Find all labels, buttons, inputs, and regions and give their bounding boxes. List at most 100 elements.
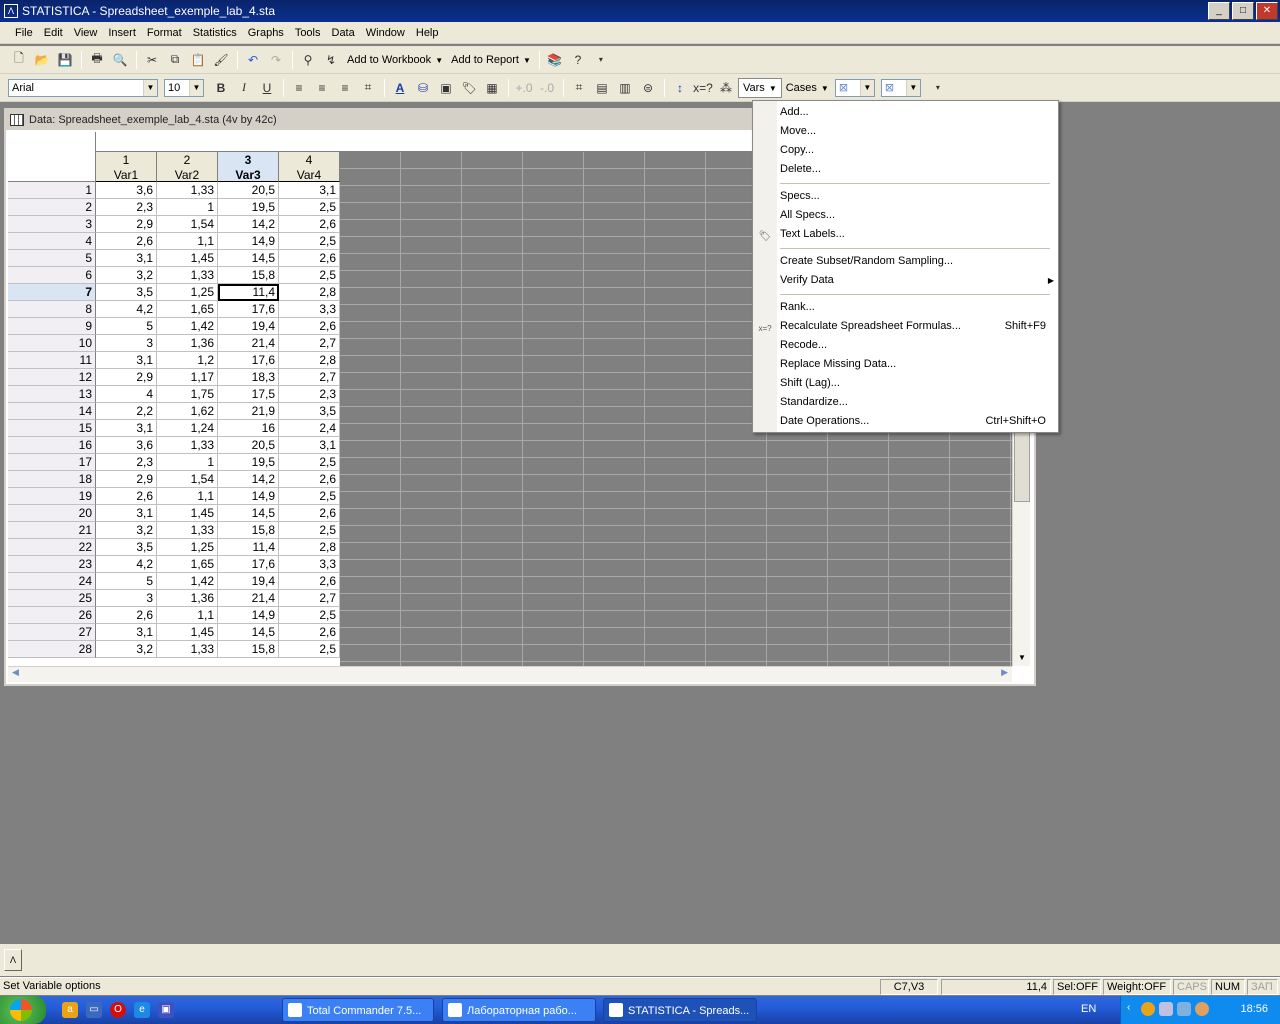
scroll-right-icon[interactable]: ▶: [1001, 667, 1008, 678]
add-to-report-button[interactable]: Add to Report ▼: [447, 54, 535, 66]
row-header[interactable]: 14: [8, 403, 96, 420]
case-specs-icon[interactable]: ▥: [614, 78, 636, 98]
row-header[interactable]: 7: [8, 284, 96, 301]
minimized-window-icon[interactable]: Λ: [4, 949, 22, 971]
table-cell[interactable]: 14,5: [218, 250, 279, 267]
menu-format[interactable]: Format: [142, 25, 187, 41]
row-header[interactable]: 16: [8, 437, 96, 454]
table-cell[interactable]: 2,2: [96, 403, 157, 420]
row-header[interactable]: 10: [8, 335, 96, 352]
paste-icon[interactable]: 📋: [187, 50, 209, 70]
menu-data[interactable]: Data: [327, 25, 360, 41]
table-cell[interactable]: 15,8: [218, 641, 279, 658]
row-header[interactable]: 20: [8, 505, 96, 522]
column-header[interactable]: 2 Var2: [157, 152, 218, 182]
scroll-down-icon[interactable]: ▼: [1013, 650, 1031, 666]
table-cell[interactable]: 2,3: [279, 386, 340, 403]
close-button[interactable]: ✕: [1256, 2, 1278, 20]
new-file-icon[interactable]: 🗋: [8, 50, 30, 70]
table-cell[interactable]: 1,36: [157, 590, 218, 607]
table-cell[interactable]: 2,7: [279, 590, 340, 607]
row-header[interactable]: 21: [8, 522, 96, 539]
table-cell[interactable]: 19,5: [218, 454, 279, 471]
table-cell[interactable]: 2,6: [279, 318, 340, 335]
missing-data-icon[interactable]: ⁂: [715, 78, 737, 98]
active-cell[interactable]: 11,4: [218, 284, 279, 301]
table-cell[interactable]: 1,45: [157, 624, 218, 641]
menu-graphs[interactable]: Graphs: [243, 25, 289, 41]
open-folder-icon[interactable]: 📂: [31, 50, 53, 70]
volume-tray-icon[interactable]: [1195, 1002, 1209, 1016]
table-cell[interactable]: 1,33: [157, 267, 218, 284]
task-total-commander[interactable]: Total Commander 7.5...: [282, 998, 434, 1022]
context-help-icon[interactable]: ?: [567, 50, 589, 70]
table-cell[interactable]: 2,5: [279, 199, 340, 216]
table-cell[interactable]: 2,5: [279, 522, 340, 539]
decrease-decimal-icon[interactable]: -.0: [536, 78, 558, 98]
row-header[interactable]: 23: [8, 556, 96, 573]
menu-item-shift-lag[interactable]: Shift (Lag)...: [753, 374, 1058, 393]
table-cell[interactable]: 2,6: [279, 573, 340, 590]
menu-item-replace-missing[interactable]: Replace Missing Data...: [753, 355, 1058, 374]
variable-specs-icon[interactable]: ▤: [591, 78, 613, 98]
table-cell[interactable]: 1,45: [157, 250, 218, 267]
table-cell[interactable]: 21,9: [218, 403, 279, 420]
table-cell[interactable]: 14,5: [218, 505, 279, 522]
table-cell[interactable]: 1,33: [157, 641, 218, 658]
recalculate-icon[interactable]: x=?: [692, 78, 714, 98]
table-cell[interactable]: 1,54: [157, 471, 218, 488]
goto-icon[interactable]: ↯: [320, 50, 342, 70]
flag-tray-icon[interactable]: [1159, 1002, 1173, 1016]
save-icon[interactable]: 💾: [54, 50, 76, 70]
table-cell[interactable]: 21,4: [218, 590, 279, 607]
statistica-app-icon[interactable]: Λ: [4, 4, 18, 18]
menu-item-create-subset[interactable]: Create Subset/Random Sampling...: [753, 252, 1058, 271]
italic-button[interactable]: I: [233, 78, 255, 98]
column-header[interactable]: 4 Var4: [279, 152, 340, 182]
table-cell[interactable]: 19,4: [218, 318, 279, 335]
table-cell[interactable]: 14,9: [218, 233, 279, 250]
menu-item-specs[interactable]: Specs...: [753, 187, 1058, 206]
table-cell[interactable]: 3,5: [96, 284, 157, 301]
table-cell[interactable]: 1,45: [157, 505, 218, 522]
column-header[interactable]: 3 Var3: [218, 152, 279, 182]
row-header[interactable]: 17: [8, 454, 96, 471]
font-name-select[interactable]: Arial ▼: [8, 78, 158, 97]
table-cell[interactable]: 2,7: [279, 335, 340, 352]
avast-icon[interactable]: a: [62, 1002, 78, 1018]
menu-edit[interactable]: Edit: [39, 25, 68, 41]
table-cell[interactable]: 1,65: [157, 301, 218, 318]
table-cell[interactable]: 2,6: [279, 471, 340, 488]
row-header[interactable]: 9: [8, 318, 96, 335]
row-header[interactable]: 13: [8, 386, 96, 403]
table-cell[interactable]: 16: [218, 420, 279, 437]
table-cell[interactable]: 2,6: [96, 488, 157, 505]
table-cell[interactable]: 1,25: [157, 284, 218, 301]
table-cell[interactable]: 2,5: [279, 233, 340, 250]
table-cell[interactable]: 3,3: [279, 556, 340, 573]
table-cell[interactable]: 1,1: [157, 233, 218, 250]
table-cell[interactable]: 1: [157, 199, 218, 216]
sort-icon[interactable]: ↕: [669, 78, 691, 98]
cut-icon[interactable]: ✂: [141, 50, 163, 70]
table-cell[interactable]: 11,4: [218, 539, 279, 556]
text-labels-icon[interactable]: 🏷: [458, 78, 480, 98]
table-cell[interactable]: 17,6: [218, 352, 279, 369]
opera-icon[interactable]: O: [110, 1002, 126, 1018]
row-header[interactable]: 22: [8, 539, 96, 556]
table-cell[interactable]: 1,75: [157, 386, 218, 403]
table-cell[interactable]: 3,2: [96, 267, 157, 284]
table-cell[interactable]: 1,1: [157, 607, 218, 624]
table-cell[interactable]: 2,5: [279, 454, 340, 471]
table-cell[interactable]: 2,6: [96, 233, 157, 250]
table-cell[interactable]: 3,2: [96, 522, 157, 539]
table-cell[interactable]: 1: [157, 454, 218, 471]
spreadsheet-options-icon[interactable]: ⊜: [637, 78, 659, 98]
table-cell[interactable]: 14,9: [218, 488, 279, 505]
table-cell[interactable]: 15,8: [218, 522, 279, 539]
menu-item-add[interactable]: Add...: [753, 103, 1058, 122]
table-cell[interactable]: 2,4: [279, 420, 340, 437]
table-cell[interactable]: 1,42: [157, 573, 218, 590]
menu-item-delete[interactable]: Delete...: [753, 160, 1058, 179]
menu-insert[interactable]: Insert: [103, 25, 141, 41]
